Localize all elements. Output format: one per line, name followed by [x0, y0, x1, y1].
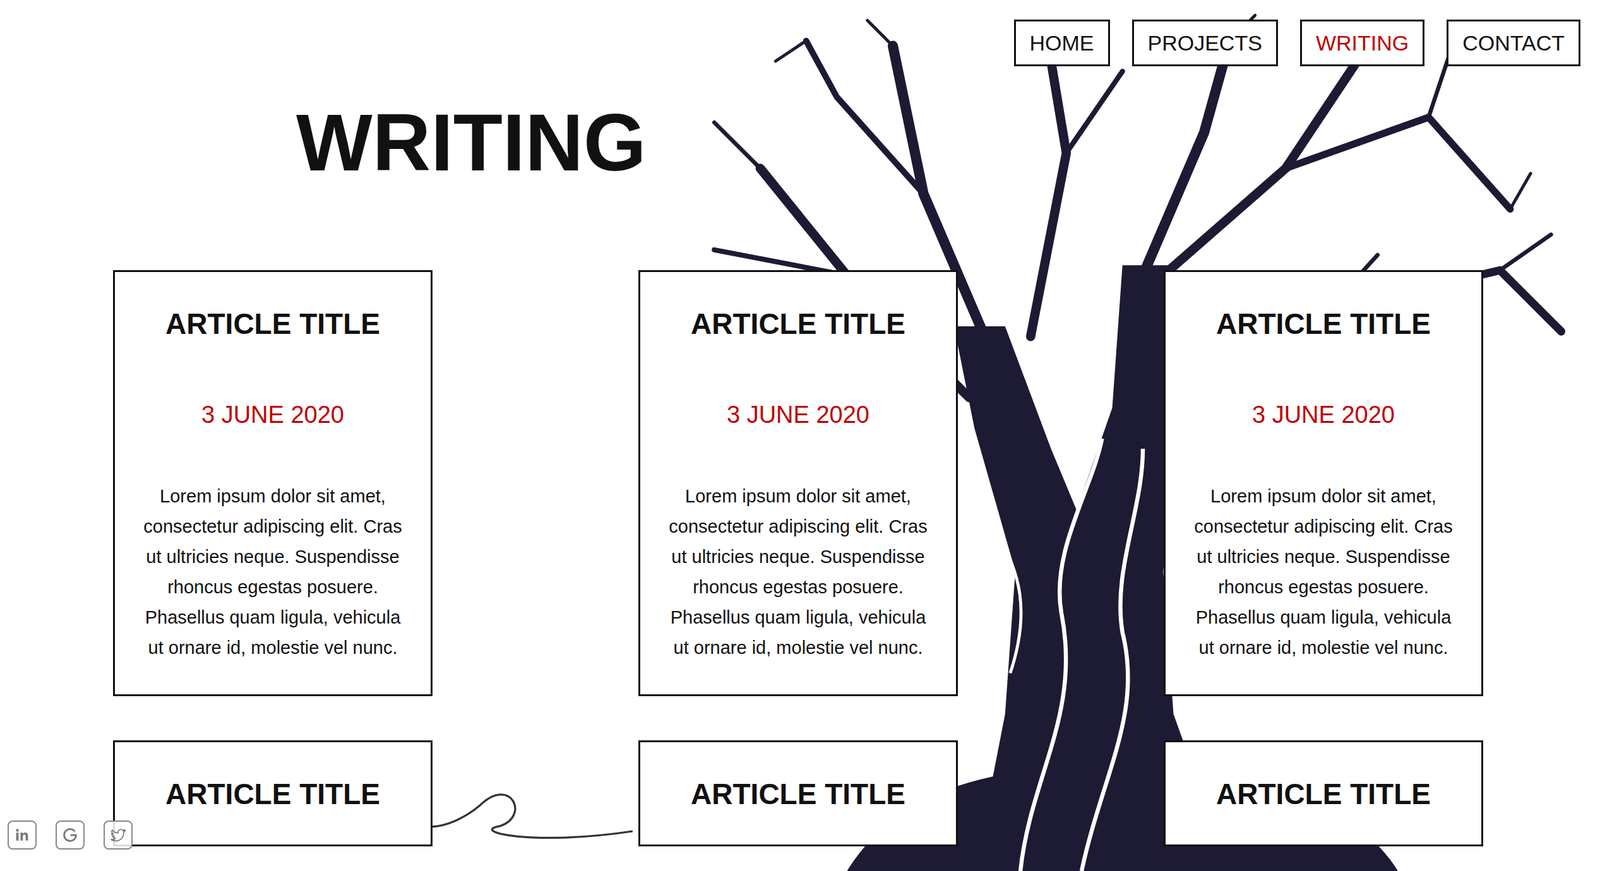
article-title[interactable]: ARTICLE TITLE — [661, 775, 935, 814]
nav-item[interactable]: WRITING — [1300, 19, 1425, 67]
twitter-link[interactable] — [103, 820, 133, 850]
google-icon — [60, 825, 80, 845]
article-card[interactable]: ARTICLE TITLE — [1163, 740, 1484, 847]
article-title[interactable]: ARTICLE TITLE — [1187, 775, 1460, 814]
article-card[interactable]: ARTICLE TITLE — [113, 740, 433, 847]
article-date: 3 JUNE 2020 — [661, 399, 935, 431]
article-title[interactable]: ARTICLE TITLE — [136, 775, 410, 814]
article-grid: ARTICLE TITLE 3 JUNE 2020 Lorem ipsum dolo… — [0, 270, 1600, 847]
article-date: 3 JUNE 2020 — [136, 399, 410, 431]
article-title[interactable]: ARTICLE TITLE — [661, 304, 935, 343]
linkedin-icon — [12, 825, 32, 845]
google-link[interactable] — [55, 820, 85, 850]
nav-item[interactable]: HOME — [1014, 19, 1111, 67]
article-card[interactable]: ARTICLE TITLE 3 JUNE 2020 Lorem ipsum dolo… — [1163, 270, 1484, 697]
article-card[interactable]: ARTICLE TITLE 3 JUNE 2020 Lorem ipsum dolo… — [638, 270, 958, 697]
article-date: 3 JUNE 2020 — [1187, 399, 1460, 431]
article-title[interactable]: ARTICLE TITLE — [1187, 304, 1460, 343]
article-excerpt: Lorem ipsum dolor sit amet, consectetur … — [661, 481, 935, 663]
main-nav: HOME PROJECTS WRITING CONTACT — [1014, 19, 1581, 67]
twitter-icon — [108, 825, 128, 845]
page-title: WRITING — [296, 98, 647, 188]
nav-item[interactable]: PROJECTS — [1132, 19, 1278, 67]
social-links — [7, 820, 133, 850]
article-excerpt: Lorem ipsum dolor sit amet, consectetur … — [1187, 481, 1460, 663]
article-title[interactable]: ARTICLE TITLE — [136, 304, 410, 343]
writing-page: HOME PROJECTS WRITING CONTACT WRITING ARTICLE… — [0, 0, 1600, 871]
article-card[interactable]: ARTICLE TITLE 3 JUNE 2020 Lorem ipsum dolo… — [113, 270, 433, 697]
article-card[interactable]: ARTICLE TITLE — [638, 740, 958, 847]
top-bar: HOME PROJECTS WRITING CONTACT — [0, 0, 1600, 67]
article-excerpt: Lorem ipsum dolor sit amet, consectetur … — [136, 481, 410, 663]
nav-item[interactable]: CONTACT — [1446, 19, 1581, 67]
linkedin-link[interactable] — [7, 820, 37, 850]
